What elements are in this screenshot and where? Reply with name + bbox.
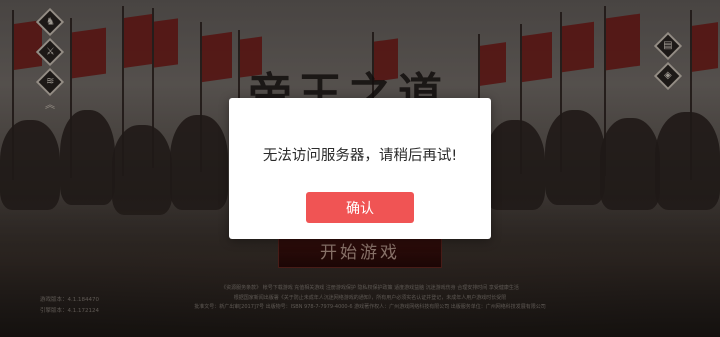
confirm-button[interactable]: 确认	[306, 192, 414, 223]
error-message: 无法访问服务器，请稍后再试!	[262, 148, 458, 164]
error-dialog: 无法访问服务器，请稍后再试! 确认	[229, 98, 491, 239]
